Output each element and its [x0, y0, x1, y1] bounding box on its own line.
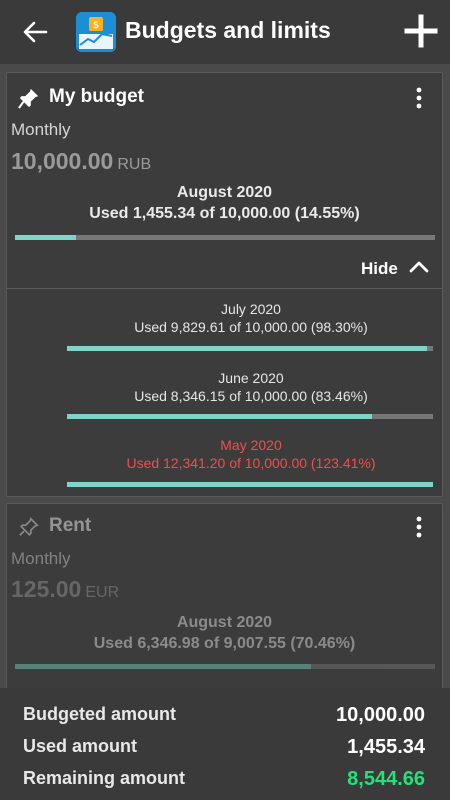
remaining-amount-value: 8,544.66 [347, 768, 425, 790]
history-progress-bar [67, 414, 433, 419]
amount-value: 10,000.00 [11, 148, 114, 174]
budget-name: My budget [49, 86, 144, 107]
used-amount-value: 1,455.34 [347, 736, 425, 758]
history-month: July 2020 [221, 301, 281, 317]
budget-amount: 10,000.00 RUB [11, 148, 151, 175]
history-progress-bar [67, 482, 433, 487]
budgeted-amount-value: 10,000.00 [336, 704, 425, 726]
amount-value: 125.00 [11, 576, 82, 602]
budget-name: Rent [49, 515, 92, 536]
currency-code: EUR [85, 584, 120, 601]
history-usage: Used 9,829.61 of 10,000.00 (98.30%) [134, 319, 368, 335]
summary-panel: Budgeted amount 10,000.00 Used amount 1,… [0, 688, 450, 800]
app-bar: $ Budgets and limits [0, 0, 450, 64]
current-month: August 2020 [176, 614, 273, 631]
arrow-left-icon[interactable] [18, 16, 52, 48]
history-usage: Used 12,341.20 of 10,000.00 (123.41%) [126, 455, 376, 471]
usage-progress-fill [15, 664, 311, 669]
budget-amount: 125.00 EUR [11, 576, 119, 603]
budget-period: Monthly [11, 120, 71, 139]
usage-progress-bar [15, 664, 435, 669]
budgeted-amount-label: Budgeted amount [23, 704, 176, 724]
usage-progress-bar [15, 235, 435, 240]
current-usage: Used 6,346.98 of 9,007.55 (70.46%) [93, 635, 356, 652]
history-progress-fill [67, 482, 433, 487]
more-vert-icon[interactable] [407, 86, 431, 110]
more-vert-icon[interactable] [407, 515, 431, 539]
budget-period: Monthly [11, 549, 71, 568]
currency-code: RUB [117, 156, 152, 173]
budget-app-logo-icon: $ [76, 12, 116, 52]
history-progress-fill [67, 414, 373, 419]
svg-text:$: $ [93, 20, 99, 31]
budget-card[interactable]: My budget Monthly 10,000.00 RUB August 20… [6, 72, 443, 497]
page-title: Budgets and limits [125, 17, 331, 43]
budget-card[interactable]: Rent Monthly 125.00 EUR August 2020 Used … [6, 503, 443, 693]
history-progress-bar [67, 346, 433, 351]
plus-icon[interactable] [404, 14, 438, 48]
pin-icon[interactable] [18, 87, 40, 109]
pin-outline-icon[interactable] [18, 516, 40, 538]
current-month: August 2020 [176, 184, 273, 201]
divider [7, 288, 442, 289]
history-usage: Used 8,346.15 of 10,000.00 (83.46%) [134, 388, 368, 404]
current-usage: Used 1,455.34 of 10,000.00 (14.55%) [89, 205, 360, 222]
chevron-up-icon[interactable] [408, 256, 430, 278]
remaining-amount-label: Remaining amount [23, 768, 186, 788]
history-progress-fill [67, 346, 427, 351]
hide-button[interactable]: Hide [361, 259, 398, 279]
history-month: May 2020 [220, 437, 282, 453]
history-month: June 2020 [218, 370, 284, 386]
usage-progress-fill [15, 235, 77, 240]
used-amount-label: Used amount [23, 736, 138, 756]
